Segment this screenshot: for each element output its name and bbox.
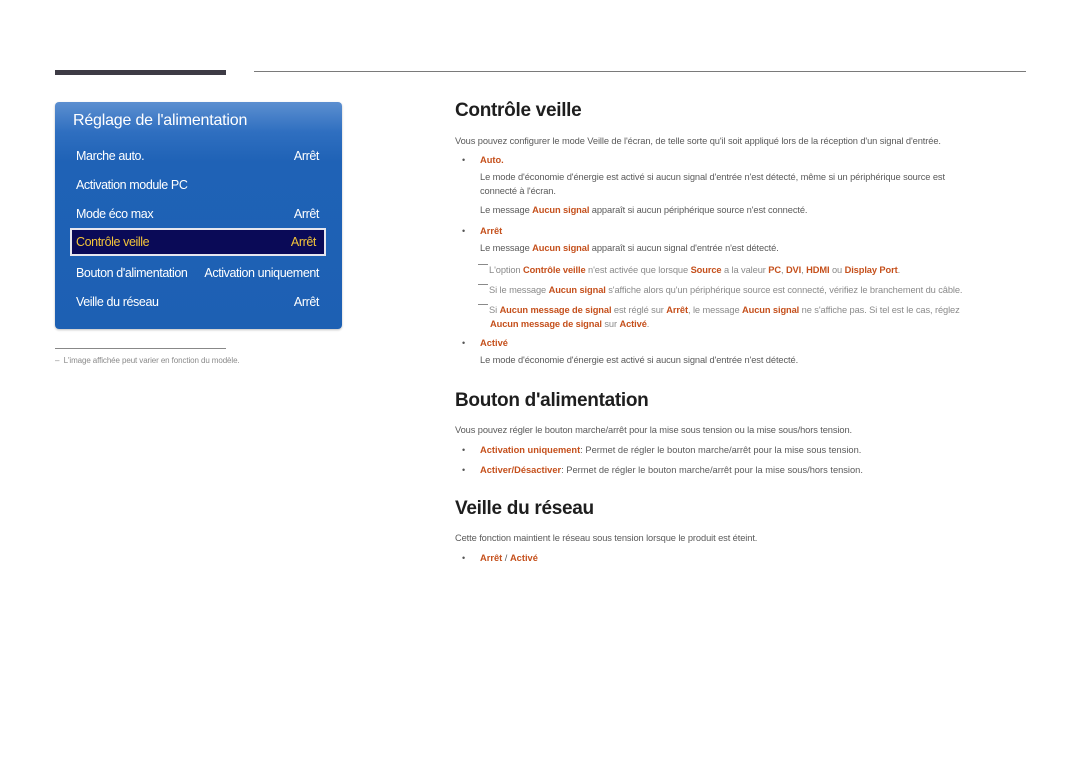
bullet-icon: • xyxy=(462,226,466,236)
note-dash-icon xyxy=(478,304,488,305)
osd-item-value: Arrêt xyxy=(293,207,319,221)
option-activer-desactiver: Activer/Désactiver: Permet de régler le … xyxy=(480,465,863,475)
section-title-veille-reseau: Veille du réseau xyxy=(455,498,594,519)
dash-icon: – xyxy=(55,356,64,365)
option-active: Activé xyxy=(480,338,508,348)
bullet-icon: • xyxy=(462,553,466,563)
controle-veille-intro: Vous pouvez configurer le mode Veille de… xyxy=(455,136,941,146)
option-activation-uniquement: Activation uniquement: Permet de régler … xyxy=(480,445,862,455)
note-dash-icon xyxy=(478,264,488,265)
osd-item-activation-module-pc[interactable]: Activation module PC xyxy=(70,173,327,197)
veille-reseau-intro: Cette fonction maintient le réseau sous … xyxy=(455,533,758,543)
option-auto: Auto. xyxy=(480,155,504,165)
osd-item-value: Arrêt xyxy=(293,295,319,309)
auto-desc-line1: Le mode d'économie d'énergie est activé … xyxy=(480,172,945,182)
osd-item-label: Activation module PC xyxy=(76,178,188,192)
osd-item-value: Activation uniquement xyxy=(204,266,319,280)
osd-item-veille-reseau[interactable]: Veille du réseau Arrêt xyxy=(70,290,327,314)
note-no-signal-message: Si Aucun message de signal est réglé sur… xyxy=(478,304,960,315)
note-source-requirement: L'option Contrôle veille n'est activée q… xyxy=(478,264,900,275)
bouton-alimentation-intro: Vous pouvez régler le bouton marche/arrê… xyxy=(455,425,853,435)
osd-item-marche-auto[interactable]: Marche auto. Arrêt xyxy=(70,144,327,168)
arret-msg: Le message Aucun signal apparaît si aucu… xyxy=(480,243,779,253)
osd-item-label: Marche auto. xyxy=(76,149,145,163)
note-dash-icon xyxy=(478,284,488,285)
osd-item-value: Arrêt xyxy=(290,235,316,249)
note-no-signal-message-cont: Aucun message de signal sur Activé. xyxy=(490,319,650,329)
osd-item-controle-veille[interactable]: Contrôle veille Arrêt xyxy=(70,228,326,256)
option-arret: Arrêt xyxy=(480,226,503,236)
bullet-icon: • xyxy=(462,338,466,348)
auto-msg: Le message Aucun signal apparaît si aucu… xyxy=(480,205,808,215)
osd-item-label: Veille du réseau xyxy=(76,295,159,309)
active-desc: Le mode d'économie d'énergie est activé … xyxy=(480,355,799,365)
footnote: – L'image affichée peut varier en foncti… xyxy=(55,356,240,365)
bullet-icon: • xyxy=(462,445,466,455)
osd-item-label: Bouton d'alimentation xyxy=(76,266,188,280)
bullet-icon: • xyxy=(462,465,466,475)
auto-desc-line2: connecté à l'écran. xyxy=(480,186,556,196)
osd-item-bouton-alimentation[interactable]: Bouton d'alimentation Activation uniquem… xyxy=(70,261,327,285)
section-title-bouton-alimentation: Bouton d'alimentation xyxy=(455,390,649,411)
osd-menu-panel: Réglage de l'alimentation Marche auto. A… xyxy=(55,102,342,329)
osd-menu-title: Réglage de l'alimentation xyxy=(73,112,248,129)
osd-item-mode-eco-max[interactable]: Mode éco max Arrêt xyxy=(70,202,327,226)
osd-item-label: Contrôle veille xyxy=(76,235,150,249)
osd-item-label: Mode éco max xyxy=(76,207,154,221)
option-arret-active: Arrêt / Activé xyxy=(480,553,538,563)
section-title-controle-veille: Contrôle veille xyxy=(455,100,582,121)
osd-item-value: Arrêt xyxy=(293,149,319,163)
header-bar-thick xyxy=(55,70,226,75)
footnote-divider xyxy=(55,348,226,349)
note-cable-check: Si le message Aucun signal s'affiche alo… xyxy=(478,284,963,295)
bullet-icon: • xyxy=(462,155,466,165)
header-rule xyxy=(254,71,1026,72)
